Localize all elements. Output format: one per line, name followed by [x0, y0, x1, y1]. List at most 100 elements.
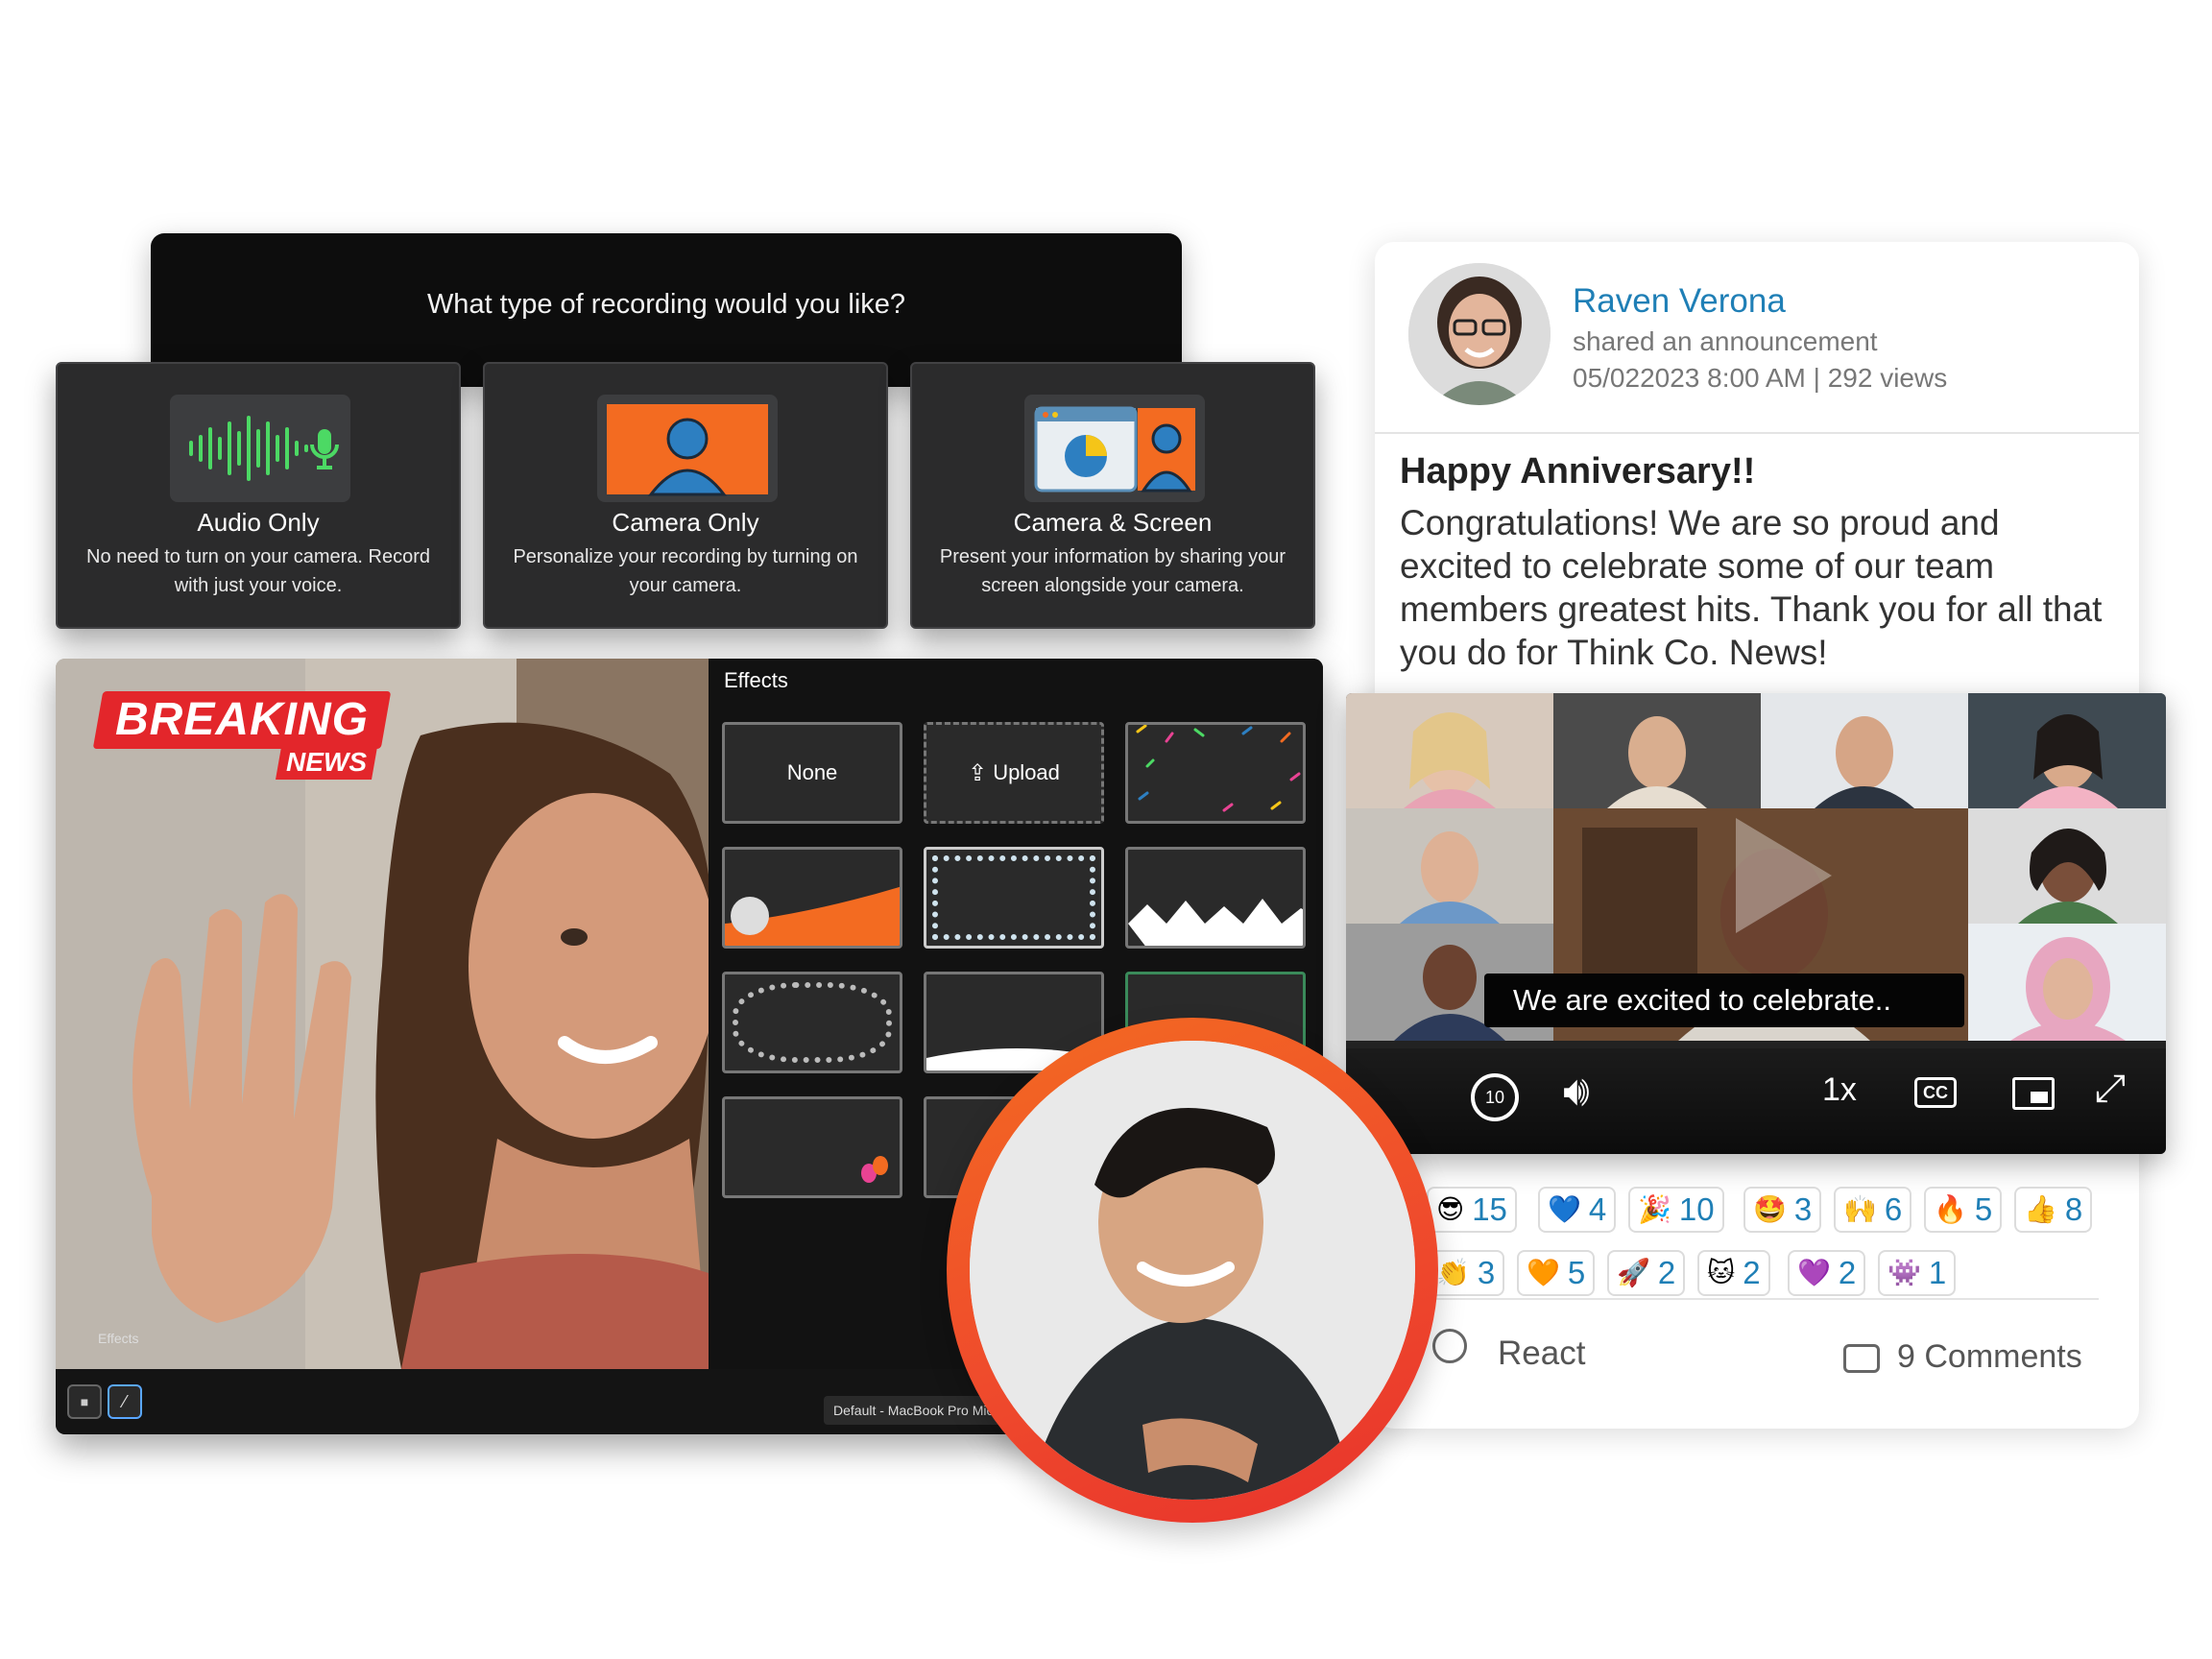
effects-button[interactable]: ⁄ [108, 1384, 142, 1419]
react-button[interactable]: React [1498, 1334, 1585, 1373]
participant-tile [1553, 693, 1761, 808]
reaction-count: 4 [1588, 1191, 1607, 1227]
effect-balloons[interactable] [722, 1096, 902, 1198]
reaction-chip[interactable]: 👏 3 [1427, 1250, 1505, 1296]
reaction-chip[interactable]: 🎉 10 [1628, 1187, 1724, 1233]
new-year-pattern [725, 886, 900, 946]
reaction-emoji: 💜 [1797, 1257, 1831, 1288]
reaction-emoji: 👾 [1887, 1257, 1921, 1288]
fullscreen-button[interactable]: ⤢ [2095, 1068, 2126, 1111]
presenter-camera-bubble [947, 1018, 1438, 1523]
camera-icon: ■ [80, 1394, 89, 1409]
video-player[interactable]: We are excited to celebrate.. 10 🔊︎ 1x C… [1346, 693, 2166, 1154]
speaker-icon: 🔊︎ [1563, 1068, 1590, 1115]
magic-wand-icon: ⁄ [123, 1391, 127, 1411]
reaction-chip[interactable]: 👍 8 [2014, 1187, 2093, 1233]
upload-icon: ⇪ [968, 759, 988, 786]
player-controls: 10 🔊︎ 1x CC ⤢ [1346, 1048, 2166, 1154]
avatar[interactable] [1408, 263, 1551, 405]
option-camera-only[interactable]: Camera Only Personalize your recording b… [483, 362, 888, 629]
reaction-chip[interactable]: 💜 2 [1788, 1250, 1866, 1296]
author-name[interactable]: Raven Verona [1573, 282, 1786, 321]
effect-none-label: None [786, 760, 838, 784]
participant-tile [1346, 693, 1553, 808]
reaction-chip[interactable]: 💙 4 [1538, 1187, 1617, 1233]
post-title: Happy Anniversary!! [1400, 451, 1756, 492]
confetti-pattern [1136, 725, 1301, 812]
participant-tile [1346, 808, 1553, 924]
snow-hills-pattern [1128, 899, 1303, 946]
effect-new-year[interactable] [722, 847, 902, 949]
effect-upload[interactable]: ⇪ Upload [924, 722, 1104, 824]
participant-tile [1968, 808, 2166, 924]
smiley-icon[interactable] [1432, 1329, 1467, 1363]
expand-icon: ⤢ [2095, 1068, 2126, 1110]
effect-confetti[interactable] [1125, 722, 1306, 824]
option-description: Present your information by sharing your… [939, 546, 1286, 596]
meta-separator: | [1813, 363, 1828, 393]
camera-toggle-button[interactable]: ■ [67, 1384, 102, 1419]
effect-frost-frame[interactable] [924, 847, 1104, 949]
reaction-chip[interactable]: 🙌 6 [1834, 1187, 1912, 1233]
effect-snow-hills[interactable] [1125, 847, 1306, 949]
audio-waveform-icon [170, 395, 350, 502]
reaction-count: 10 [1678, 1191, 1715, 1227]
option-camera-and-screen[interactable]: Camera & Screen Present your information… [910, 362, 1315, 629]
reaction-count: 6 [1884, 1191, 1903, 1227]
picture-in-picture-button[interactable] [2012, 1077, 2055, 1110]
post-body: Congratulations! We are so proud and exc… [1400, 503, 2103, 672]
post-date: 05/022023 8:00 AM [1573, 363, 1806, 393]
reaction-emoji: 🙌 [1843, 1193, 1877, 1225]
post-action: shared an announcement [1573, 326, 1878, 356]
comment-icon [1843, 1344, 1880, 1373]
participant-tile [1968, 924, 2166, 1041]
effect-none[interactable]: None [722, 722, 902, 824]
reaction-count: 2 [1657, 1255, 1676, 1290]
reaction-chip[interactable]: 🧡 5 [1517, 1250, 1596, 1296]
reaction-emoji: 🎉 [1638, 1193, 1671, 1225]
reaction-count: 15 [1472, 1191, 1507, 1227]
reaction-emoji: 💙 [1548, 1193, 1581, 1225]
reaction-emoji: 🔥 [1934, 1193, 1967, 1225]
comments-button[interactable]: 9 Comments [1897, 1338, 2082, 1376]
reaction-chip[interactable]: 🤩 3 [1743, 1187, 1822, 1233]
camera-person-icon [597, 395, 778, 502]
breaking-label: BREAKING [114, 694, 369, 745]
rewind-seconds: 10 [1484, 1088, 1505, 1107]
rewind-10-button[interactable]: 10 [1471, 1073, 1519, 1121]
recording-question: What type of recording would you like? [426, 289, 906, 320]
option-title: Camera Only [612, 508, 759, 537]
option-description: Personalize your recording by turning on… [513, 546, 858, 596]
frost-pattern [932, 855, 1095, 940]
reaction-count: 2 [1838, 1255, 1857, 1290]
effects-tooltip: Effects [98, 1331, 139, 1346]
reaction-count: 2 [1743, 1255, 1761, 1290]
camera-preview: BREAKING NEWS [56, 659, 709, 1369]
caption-text: We are excited to celebrate.. [1484, 974, 1964, 1027]
reaction-chip[interactable]: 🚀 2 [1607, 1250, 1686, 1296]
reaction-chip[interactable]: 🔥 5 [1924, 1187, 2003, 1233]
participant-tile [1761, 693, 1968, 808]
option-description: No need to turn on your camera. Record w… [86, 546, 430, 596]
effects-title: Effects [724, 668, 788, 692]
captions-button[interactable]: CC [1914, 1077, 1957, 1108]
option-audio-only[interactable]: Audio Only No need to turn on your camer… [56, 362, 461, 629]
effect-upload-label: Upload [993, 760, 1060, 784]
effect-snowflake-frame[interactable] [722, 972, 902, 1073]
reaction-count: 8 [2064, 1191, 2083, 1227]
pip-icon [2031, 1092, 2048, 1103]
option-title: Audio Only [197, 508, 320, 537]
reaction-chip[interactable]: 🐱 2 [1697, 1250, 1770, 1296]
volume-button[interactable]: 🔊︎ [1563, 1068, 1590, 1116]
header-divider [1375, 432, 2139, 434]
reaction-emoji: 🚀 [1617, 1257, 1650, 1288]
option-title: Camera & Screen [1013, 508, 1213, 537]
reaction-chip[interactable]: 👾 1 [1878, 1250, 1957, 1296]
reaction-count: 5 [1567, 1255, 1586, 1290]
reaction-emoji: 😎 [1436, 1193, 1465, 1225]
reaction-emoji: 🤩 [1753, 1193, 1787, 1225]
reaction-chip[interactable]: 😎 15 [1427, 1187, 1517, 1233]
reaction-count: 5 [1974, 1191, 1993, 1227]
playback-speed-button[interactable]: 1x [1822, 1071, 1857, 1109]
play-icon[interactable] [1736, 818, 1832, 933]
